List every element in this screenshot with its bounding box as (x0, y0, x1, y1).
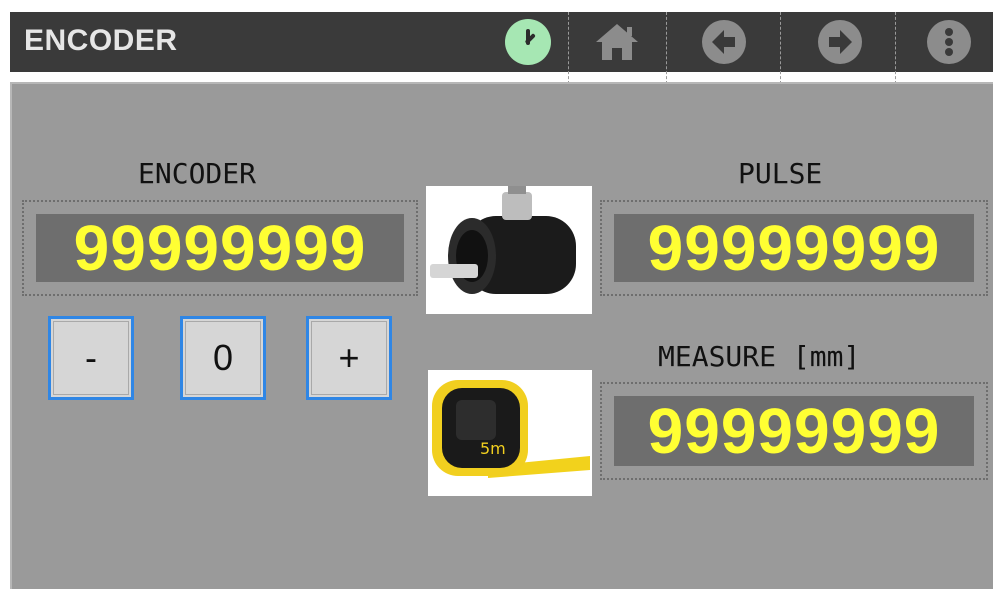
reset-button[interactable]: 0 (180, 316, 266, 400)
back-button[interactable] (680, 12, 768, 72)
tape-measure-image: 5m (428, 370, 592, 496)
pulse-display-frame: 99999999 (600, 200, 988, 296)
menu-button[interactable] (905, 12, 993, 72)
pulse-display: 99999999 (614, 214, 974, 282)
home-icon (596, 24, 638, 60)
decrement-button[interactable]: - (48, 316, 134, 400)
top-bar: ENCODER (10, 12, 993, 84)
measure-display-frame: 99999999 (600, 382, 988, 480)
encoder-display: 99999999 (36, 214, 404, 282)
toolbar-divider (568, 12, 569, 84)
arrow-left-icon (702, 20, 746, 64)
toolbar-divider (780, 12, 781, 84)
measure-display: 99999999 (614, 396, 974, 466)
screen-title: ENCODER (24, 24, 178, 57)
increment-button[interactable]: + (306, 316, 392, 400)
encoder-label: ENCODER (138, 157, 257, 190)
home-button[interactable] (582, 12, 652, 72)
arrow-right-icon (818, 20, 862, 64)
pulse-value: 99999999 (647, 212, 941, 284)
main-panel: ENCODER 99999999 - 0 + 5m PULSE 99999999… (10, 82, 993, 589)
encoder-value: 99999999 (73, 212, 367, 284)
measure-value: 99999999 (647, 395, 941, 467)
toolbar-divider (895, 12, 896, 84)
toolbar-divider (666, 12, 667, 84)
pulse-label: PULSE (738, 157, 823, 190)
svg-text:5m: 5m (480, 439, 506, 458)
encoder-display-frame: 99999999 (22, 200, 418, 296)
rotary-encoder-image (426, 186, 592, 314)
measure-label: MEASURE [mm] (658, 340, 861, 373)
forward-button[interactable] (790, 12, 890, 72)
more-vertical-icon (927, 20, 971, 64)
clock-icon (505, 19, 551, 65)
clock-button[interactable] (498, 12, 558, 72)
